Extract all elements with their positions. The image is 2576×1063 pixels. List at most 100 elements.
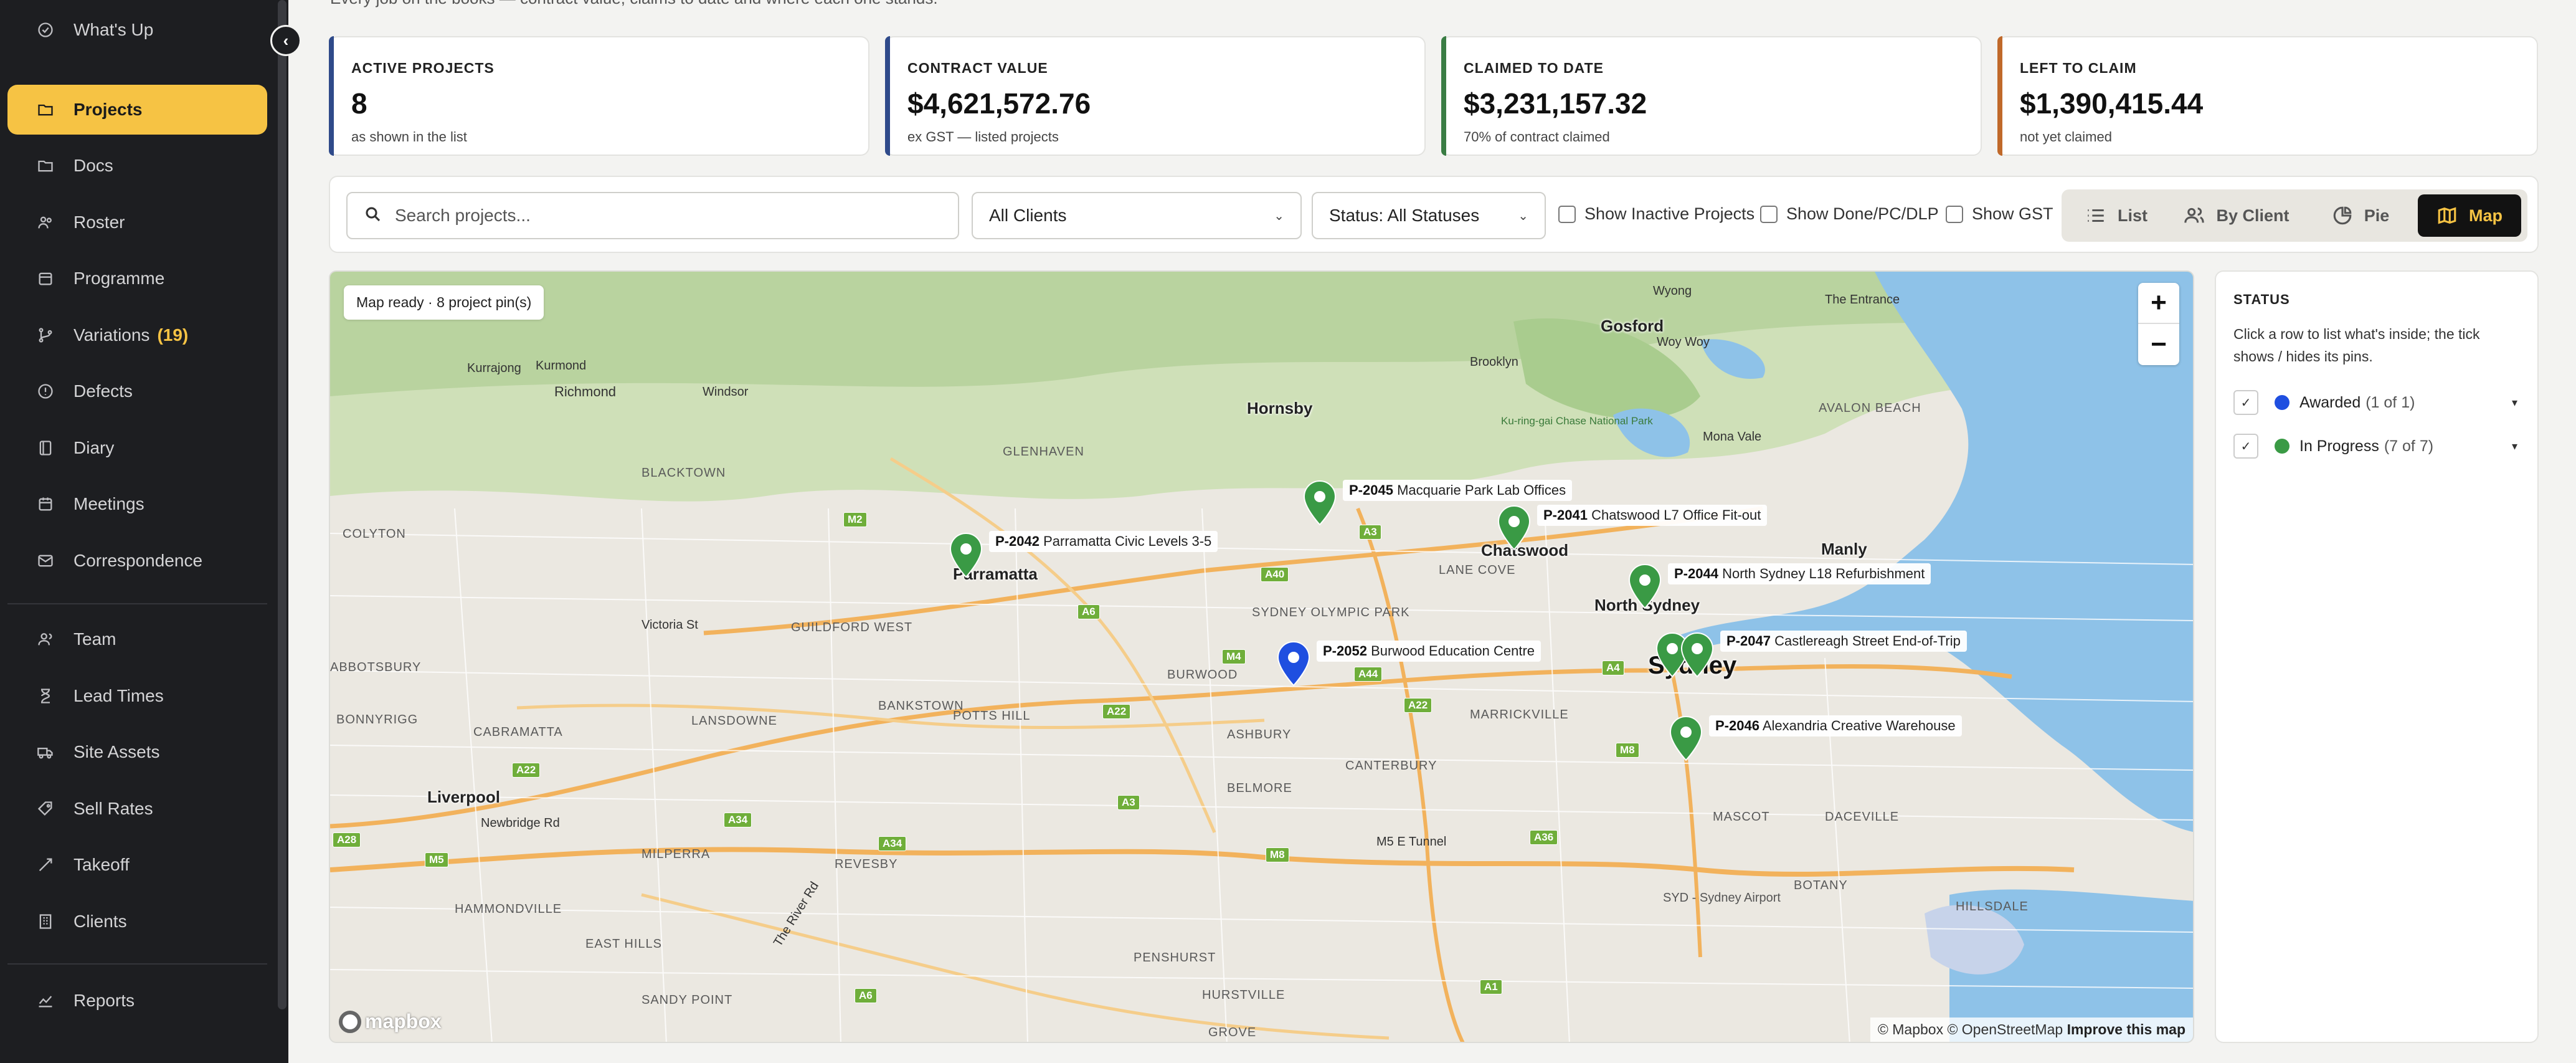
map-pin-p-2047[interactable]: [1680, 632, 1714, 678]
map-pin-p-2042[interactable]: [949, 532, 983, 578]
map-pin-label[interactable]: P-2041 Chatswood L7 Office Fit-out: [1537, 505, 1768, 526]
checkbox-box[interactable]: [1760, 205, 1778, 223]
sidebar-item-correspondence[interactable]: Correspondence: [7, 536, 267, 586]
ruler-icon: [36, 856, 55, 874]
sidebar-item-meetings[interactable]: Meetings: [7, 479, 267, 529]
map-label-abbotsbury: ABBOTSBURY: [330, 660, 422, 674]
map-pin-label[interactable]: P-2052 Burwood Education Centre: [1317, 641, 1541, 662]
search-box[interactable]: [346, 192, 959, 239]
map-label-windsor: Windsor: [703, 385, 749, 399]
map-label-glenhaven: GLENHAVEN: [1003, 445, 1084, 459]
map-pin-label[interactable]: P-2045 Macquarie Park Lab Offices: [1343, 480, 1573, 501]
sidebar-item-sell-rates[interactable]: Sell Rates: [7, 784, 267, 834]
stat-subtext: 70% of contract claimed: [1464, 129, 1610, 145]
sidebar-scrollbar[interactable]: [278, 0, 286, 1009]
sidebar-item-defects[interactable]: Defects: [7, 366, 267, 416]
attribution-text[interactable]: © Mapbox © OpenStreetMap: [1878, 1021, 2063, 1037]
sidebar-item-clients[interactable]: Clients: [7, 897, 267, 946]
view-label: List: [2117, 206, 2147, 225]
map-pin-p-2045[interactable]: [1303, 480, 1337, 526]
zoom-out-button[interactable]: −: [2138, 324, 2179, 365]
alert-icon: [36, 382, 55, 401]
project-map[interactable]: Parramatta Chatswood North Sydney Sydney…: [329, 270, 2194, 1043]
map-pin-label[interactable]: P-2042 Parramatta Civic Levels 3-5: [989, 531, 1218, 552]
view-label: By Client: [2216, 206, 2290, 225]
show-done-checkbox[interactable]: Show Done/PC/DLP: [1760, 204, 1939, 224]
pin-id: P-2045: [1349, 482, 1393, 498]
folder-icon: [36, 156, 55, 175]
road-shield-a22: A22: [1404, 698, 1432, 713]
map-label-victoria-st: Victoria St: [642, 618, 698, 632]
search-icon: [364, 205, 382, 227]
zoom-in-button[interactable]: +: [2138, 283, 2179, 324]
road-shield-a6: A6: [1077, 604, 1100, 619]
visibility-checkbox[interactable]: ✓: [2233, 390, 2258, 415]
variations-count-badge: (19): [157, 325, 189, 345]
map-pin-p-2041[interactable]: [1497, 505, 1531, 551]
checkbox-label: Show Done/PC/DLP: [1786, 204, 1939, 223]
stat-label: CLAIMED TO DATE: [1464, 60, 1604, 76]
show-gst-checkbox[interactable]: Show GST: [1946, 204, 2053, 224]
view-list-button[interactable]: List: [2069, 194, 2164, 237]
caret-down-icon[interactable]: ▾: [2512, 396, 2517, 409]
map-label-belmore: BELMORE: [1227, 781, 1292, 795]
map-pin-label[interactable]: P-2046 Alexandria Creative Warehouse: [1709, 715, 1962, 736]
sidebar-item-label: Projects: [73, 100, 143, 119]
sidebar-item-programme[interactable]: Programme: [7, 254, 267, 303]
pin-name: North Sydney L18 Refurbishment: [1722, 566, 1925, 581]
map-attribution: © Mapbox © OpenStreetMap Improve this ma…: [1870, 1018, 2193, 1042]
map-pin-p-2052[interactable]: [1277, 641, 1310, 687]
sidebar-item-takeoff[interactable]: Takeoff: [7, 840, 267, 890]
stat-value: $4,621,572.76: [907, 87, 1091, 120]
view-by-client-button[interactable]: By Client: [2170, 194, 2303, 237]
view-map-button[interactable]: Map: [2418, 194, 2521, 237]
show-inactive-checkbox[interactable]: Show Inactive Projects: [1558, 204, 1754, 224]
map-pin-p-2046[interactable]: [1669, 715, 1703, 761]
pin-name: Macquarie Park Lab Offices: [1397, 482, 1566, 498]
sidebar-item-roster[interactable]: Roster: [7, 198, 267, 247]
sidebar-item-docs[interactable]: Docs: [7, 141, 267, 191]
visibility-checkbox[interactable]: ✓: [2233, 434, 2258, 459]
people-icon: [2184, 207, 2205, 223]
client-filter-select[interactable]: All Clients ⌄: [972, 192, 1302, 239]
tag-icon: [36, 799, 55, 818]
collapse-sidebar-button[interactable]: ‹: [270, 25, 301, 56]
chevron-down-icon: ⌄: [1274, 209, 1284, 223]
sidebar-item-whats-up[interactable]: What's Up: [7, 5, 267, 55]
stat-card-contract-value: CONTRACT VALUE $4,621,572.76 ex GST — li…: [885, 36, 1426, 156]
status-row-in-progress[interactable]: ✓ In Progress (7 of 7) ▾: [2233, 432, 2517, 460]
search-input[interactable]: [395, 206, 943, 226]
pin-id: P-2041: [1543, 507, 1588, 523]
sidebar-item-projects[interactable]: Projects: [7, 85, 267, 135]
sidebar-item-diary[interactable]: Diary: [7, 423, 267, 473]
map-pin-label[interactable]: P-2044 North Sydney L18 Refurbishment: [1668, 563, 1931, 584]
map-label-wyong: Wyong: [1653, 284, 1692, 298]
map-label-sandy-point: SANDY POINT: [642, 993, 733, 1007]
status-row-awarded[interactable]: ✓ Awarded (1 of 1) ▾: [2233, 389, 2517, 416]
improve-map-link[interactable]: Improve this map: [2067, 1021, 2185, 1037]
chevron-down-icon: ⌄: [1518, 209, 1528, 223]
caret-down-icon[interactable]: ▾: [2512, 440, 2517, 453]
sidebar-item-label: Reports: [73, 991, 135, 1010]
sidebar-item-site-assets[interactable]: Site Assets: [7, 727, 267, 777]
pin-name: Castlereagh Street End-of-Trip: [1774, 633, 1961, 649]
checkbox-box[interactable]: [1558, 205, 1576, 223]
sidebar-item-lead-times[interactable]: Lead Times: [7, 671, 267, 721]
sidebar-item-variations[interactable]: Variations (19): [7, 310, 267, 360]
sidebar-item-reports[interactable]: Reports: [7, 976, 267, 1026]
map-pin-label[interactable]: P-2047 Castlereagh Street End-of-Trip: [1720, 631, 1967, 652]
stat-accent: [1441, 36, 1446, 156]
map-label-hurstville: HURSTVILLE: [1202, 988, 1286, 1002]
map-pin-p-2044[interactable]: [1628, 563, 1662, 609]
mail-icon: [36, 551, 55, 570]
status-filter-select[interactable]: Status: All Statuses ⌄: [1312, 192, 1546, 239]
sidebar-item-team[interactable]: Team: [7, 614, 267, 664]
checkbox-box[interactable]: [1946, 205, 1963, 223]
road-shield-a3: A3: [1117, 795, 1140, 810]
list-icon: [2088, 209, 2104, 222]
map-label-kurrajong: Kurrajong: [467, 361, 521, 375]
page-subtitle: Every job on the books — contract value,…: [330, 0, 938, 8]
mapbox-logo[interactable]: mapbox: [339, 1010, 442, 1033]
road-shield-a3: A3: [1359, 525, 1381, 540]
view-pie-button[interactable]: Pie: [2309, 194, 2412, 237]
